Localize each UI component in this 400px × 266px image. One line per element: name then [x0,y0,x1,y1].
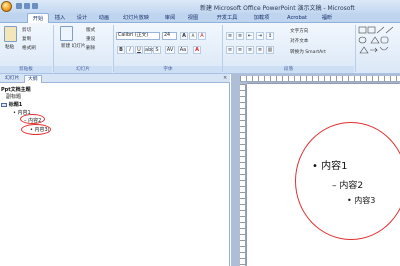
tab-foxit[interactable]: 福昕 [317,13,337,23]
group-separator [113,25,114,72]
shapes-gallery[interactable] [358,26,398,64]
outline-slide2-title[interactable]: 标题1 [1,101,22,108]
highlight-circle [21,124,51,135]
outline-pane [0,74,230,266]
slide-thumbnail-icon [1,102,7,107]
grow-font-button[interactable]: A [180,32,188,40]
align-center-button[interactable]: ≡ [236,46,244,54]
tab-acrobat[interactable]: Acrobat [283,13,311,23]
numbering-button[interactable]: ≡ [236,32,244,40]
vertical-ruler [240,84,246,266]
reset-button[interactable]: 重设 [86,36,95,42]
ribbon-tabs: 开始 插入 设计 动画 幻灯片放映 审阅 视图 开发工具 加载项 Acrobat… [0,13,400,24]
decrease-indent-button[interactable]: ⇤ [246,32,254,40]
shrink-font-button[interactable]: A [189,32,197,40]
bold-button[interactable]: B [117,46,125,54]
cut-button[interactable]: 剪切 [22,27,31,33]
copy-button[interactable]: 复制 [22,36,31,42]
char-spacing-button[interactable]: AV [165,46,175,54]
undo-icon[interactable] [24,3,30,9]
format-painter-button[interactable]: 格式刷 [22,45,36,51]
line-spacing-button[interactable]: ↕ [266,32,274,40]
tab-outline[interactable]: 大纲 [24,75,42,83]
tab-slideshow[interactable]: 幻灯片放映 [116,13,156,23]
font-group-label: 字体 [114,66,222,73]
tab-review[interactable]: 审阅 [160,13,180,23]
group-separator [355,25,356,72]
group-separator [222,25,223,72]
outline-slide1-title[interactable]: Ppt文档主题 [1,86,31,93]
font-name-select[interactable]: Calibri (正文) [116,32,160,40]
clipboard-group-label: 剪贴板 [0,66,52,73]
bullets-button[interactable]: ≡ [226,32,234,40]
align-left-button[interactable]: ≡ [226,46,234,54]
text-direction-button[interactable]: 文字方向 [290,28,308,34]
paste-button[interactable]: 粘贴 [5,44,14,50]
highlight-circle [295,122,400,240]
italic-button[interactable]: I [126,46,134,54]
font-color-button[interactable]: A [193,46,201,54]
shadow-button[interactable]: S [153,46,161,54]
save-icon[interactable] [16,3,22,9]
outline-slide1-subtitle[interactable]: 副标题 [6,93,21,100]
font-size-select[interactable]: 24 [162,32,177,40]
tab-view[interactable]: 视图 [183,13,203,23]
delete-button[interactable]: 删除 [86,45,95,51]
underline-button[interactable]: U [135,46,143,54]
clear-format-button[interactable]: A [198,32,206,40]
columns-button[interactable]: ▥ [266,46,274,54]
tab-developer[interactable]: 开发工具 [212,13,242,23]
tab-addins[interactable]: 加载项 [249,13,274,23]
layout-button[interactable]: 版式 [86,27,95,33]
horizontal-ruler [240,76,400,82]
tab-slides[interactable]: 幻灯片 [2,75,22,83]
justify-button[interactable]: ≡ [256,46,264,54]
office-button[interactable] [1,1,12,12]
increase-indent-button[interactable]: ⇥ [256,32,264,40]
highlight-circle [20,114,45,124]
close-pane-icon[interactable]: × [223,75,227,81]
new-slide-icon[interactable] [60,26,73,41]
align-right-button[interactable]: ≡ [246,46,254,54]
ribbon: 粘贴 剪切 复制 格式刷 剪贴板 新建 幻灯片 版式 重设 删除 幻灯片 Cal… [0,23,400,74]
tab-animations[interactable]: 动画 [94,13,114,23]
tab-design[interactable]: 设计 [72,13,92,23]
group-separator [53,25,54,72]
window-title: 新建 Microsoft Office PowerPoint 演示文稿 - Mi… [200,5,355,12]
outline-slide2-title-text: 标题1 [8,102,23,108]
paragraph-group-label: 段落 [223,66,354,73]
tab-insert[interactable]: 插入 [50,13,70,23]
convert-smartart-button[interactable]: 转换为 SmartArt [290,49,326,55]
align-text-button[interactable]: 对齐文本 [290,38,308,44]
slides-group-label: 幻灯片 [54,66,112,73]
redo-icon[interactable] [32,3,38,9]
strikethrough-button[interactable]: abc [144,46,154,54]
change-case-button[interactable]: Aa [178,46,188,54]
pane-tabs: 幻灯片 大纲 [0,74,230,83]
new-slide-button[interactable]: 新建 幻灯片 [61,43,85,49]
paste-icon[interactable] [4,26,17,42]
